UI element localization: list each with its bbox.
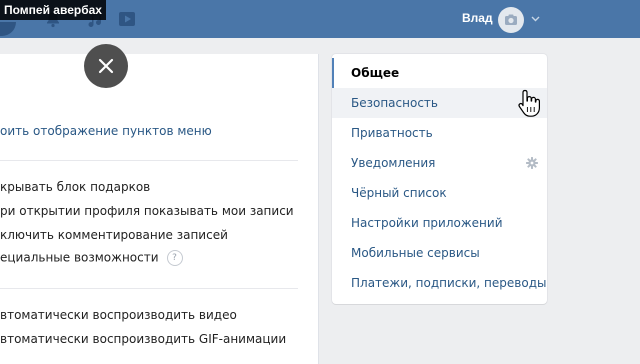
menu-item-mobile-services[interactable]: Мобильные сервисы — [332, 238, 547, 268]
option-autoplay-gif[interactable]: втоматически воспроизводить GIF-анимации — [0, 332, 286, 346]
close-icon — [98, 58, 114, 74]
avatar[interactable] — [498, 7, 524, 33]
user-name[interactable]: Влад — [462, 11, 493, 25]
option-hide-gifts[interactable]: крывать блок подарков — [0, 180, 150, 194]
video-icon[interactable] — [118, 10, 136, 28]
chevron-down-icon[interactable] — [531, 16, 540, 22]
menu-item-app-settings[interactable]: Настройки приложений — [332, 208, 547, 238]
divider — [0, 288, 298, 289]
menu-item-privacy[interactable]: Приватность — [332, 118, 547, 148]
camera-icon — [505, 14, 517, 25]
menu-item-notifications[interactable]: Уведомления — [332, 148, 547, 178]
option-accessibility-label: ециальные возможности — [0, 250, 159, 265]
option-accessibility[interactable]: ециальные возможности? — [0, 250, 183, 266]
menu-items-settings-link[interactable]: оить отображение пунктов меню — [0, 124, 212, 138]
gear-icon[interactable] — [526, 157, 538, 169]
divider — [0, 160, 298, 161]
close-button[interactable] — [84, 44, 128, 88]
menu-item-blacklist[interactable]: Чёрный список — [332, 178, 547, 208]
hand-cursor-icon — [518, 89, 540, 117]
menu-item-payments[interactable]: Платежи, подписки, переводы — [332, 268, 547, 298]
menu-item-general[interactable]: Общее — [332, 58, 547, 88]
option-autoplay-video[interactable]: втоматически воспроизводить видео — [0, 308, 237, 322]
logo[interactable] — [0, 22, 16, 36]
help-icon[interactable]: ? — [166, 250, 183, 266]
video-overlay-title: Помпей авербах — [0, 0, 106, 20]
option-show-my-posts[interactable]: ри открытии профиля показывать мои запис… — [0, 204, 294, 218]
settings-menu: Общее Безопасность Приватность Уведомлен… — [332, 54, 547, 304]
menu-item-security[interactable]: Безопасность — [332, 88, 547, 118]
option-disable-comments[interactable]: ключить комментирование записей — [0, 228, 228, 242]
